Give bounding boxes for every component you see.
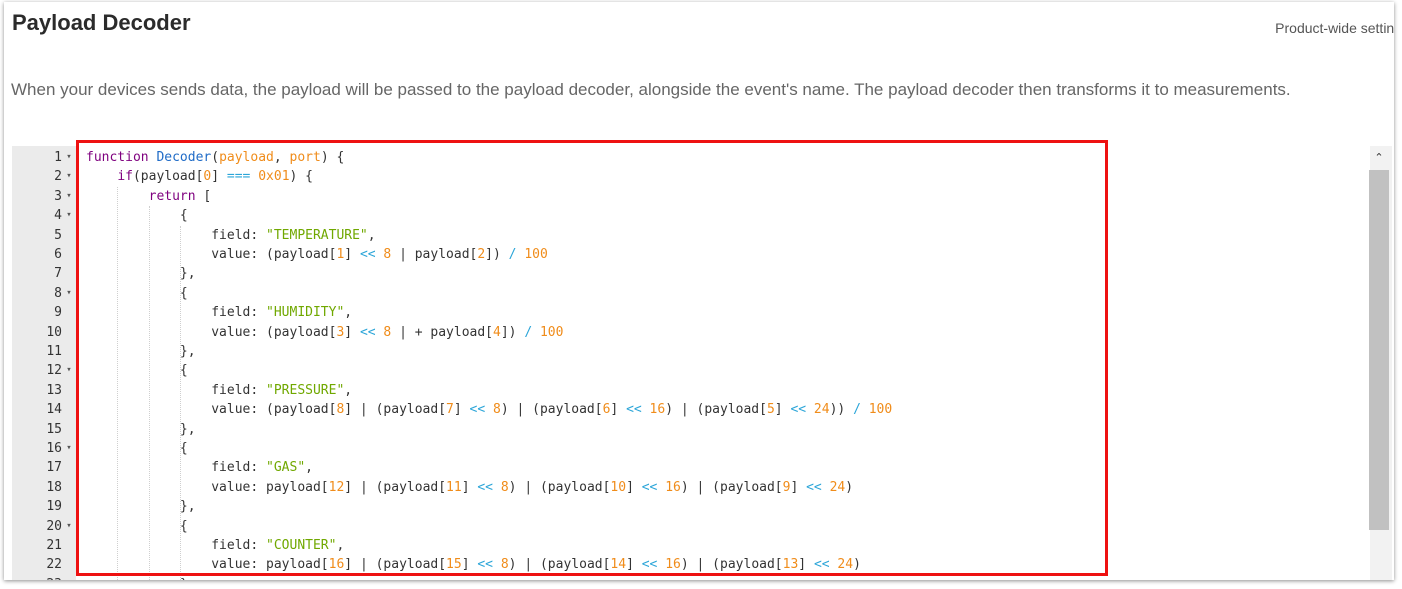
fold-arrow-icon[interactable]: ▾ — [64, 148, 74, 167]
line-number: 23 — [12, 575, 62, 580]
code-text: value: (payload[1] << 8 | payload[2]) / … — [86, 247, 548, 262]
line-number: 19 — [46, 499, 62, 515]
indent-guide — [117, 186, 119, 580]
code-line: 10 value: (payload[3] << 8 | + payload[4… — [12, 323, 1352, 342]
code-text: field: "COUNTER", — [86, 538, 345, 553]
code-line: 21 field: "COUNTER", — [12, 536, 1352, 555]
line-number: 22 — [46, 557, 62, 573]
line-number: 2 — [54, 169, 62, 185]
code-text: function Decoder(payload, port) { — [86, 150, 345, 165]
code-line: 1 ▾ function Decoder(payload, port) { — [12, 148, 1352, 167]
line-number: 9 — [54, 305, 62, 321]
code-line: 22 value: payload[16] | (payload[15] << … — [12, 555, 1352, 574]
fold-arrow-icon[interactable]: ▾ — [64, 206, 74, 225]
code-text: value: (payload[8] | (payload[7] << 8) |… — [86, 402, 893, 418]
fold-arrow-icon[interactable]: ▾ — [64, 187, 74, 206]
code-editor[interactable]: 1 ▾ function Decoder(payload, port) {2 ▾ if… — [12, 146, 1392, 580]
code-line: 7 }, — [12, 264, 1352, 283]
code-line: 6 value: (payload[1] << 8 | payload[2]) … — [12, 245, 1352, 264]
code-line: 12 ▾ { — [12, 361, 1352, 380]
code-text: { — [86, 285, 188, 301]
scope-label: Product-wide setting — [1275, 20, 1394, 36]
code-text: { — [86, 208, 188, 224]
line-number: 8 — [54, 285, 62, 301]
code-line: 2 ▾ if(payload[0] === 0x01) { — [12, 167, 1352, 186]
editor-scrollbar[interactable]: ⌃ — [1369, 146, 1392, 580]
code-line: 19 }, — [12, 497, 1352, 516]
code-text: { — [86, 441, 188, 456]
code-text: { — [86, 363, 188, 379]
fold-arrow-icon[interactable]: ▾ — [64, 284, 74, 303]
description-text: When your devices sends data, the payloa… — [11, 80, 1291, 99]
line-number: 4 — [54, 208, 62, 224]
line-number: 20 — [46, 518, 62, 534]
code-area[interactable]: 1 ▾ function Decoder(payload, port) {2 ▾ if… — [12, 146, 1378, 580]
scrollbar-thumb[interactable] — [1369, 170, 1389, 530]
line-number: 17 — [46, 460, 62, 476]
code-text: return [ — [148, 188, 212, 204]
code-line: 13 field: "PRESSURE", — [12, 381, 1352, 400]
line-number: 21 — [46, 538, 62, 553]
line-number: 5 — [54, 227, 62, 243]
fold-arrow-icon[interactable]: ▾ — [64, 517, 74, 536]
line-number: 7 — [54, 266, 62, 282]
code-text: if(payload[0] === 0x01) { — [117, 169, 314, 185]
line-number: 14 — [46, 402, 62, 418]
line-number: 11 — [46, 344, 62, 359]
scroll-up-icon[interactable]: ⌃ — [1369, 148, 1389, 168]
code-line: 17 field: "GAS", — [12, 458, 1352, 477]
code-text: value: (payload[3] << 8 | + payload[4]) … — [86, 324, 564, 340]
code-text: value: payload[16] | (payload[15] << 8) … — [86, 557, 861, 573]
fold-arrow-icon[interactable]: ▾ — [64, 361, 74, 380]
code-text: field: "GAS", — [86, 460, 313, 476]
line-number: 13 — [46, 382, 62, 398]
code-line: 3 ▾ return [ — [12, 187, 1352, 206]
page-title: Payload Decoder — [12, 10, 191, 35]
line-number: 15 — [46, 421, 62, 437]
code-line: 14 value: (payload[8] | (payload[7] << 8… — [12, 400, 1352, 419]
payload-decoder-panel: Payload Decoder Product-wide setting Whe… — [4, 2, 1394, 580]
code-line: 11 }, — [12, 342, 1352, 361]
code-line: 9 field: "HUMIDITY", — [12, 303, 1352, 322]
code-text: field: "PRESSURE", — [86, 382, 353, 398]
code-line: 18 value: payload[12] | (payload[11] << … — [12, 478, 1352, 497]
code-line: 23 }, — [12, 575, 1352, 580]
code-line: 16 ▾ { — [12, 439, 1352, 458]
line-number: 10 — [46, 324, 62, 340]
line-number: 16 — [46, 441, 62, 456]
code-text: { — [86, 518, 188, 534]
code-line: 8 ▾ { — [12, 284, 1352, 303]
line-number: 1 — [54, 150, 62, 165]
code-line: 20 ▾ { — [12, 517, 1352, 536]
indent-guide — [148, 206, 150, 580]
line-number: 6 — [54, 247, 62, 262]
line-number: 3 — [54, 188, 62, 204]
line-number: 18 — [46, 479, 62, 495]
code-line: 4 ▾ { — [12, 206, 1352, 225]
code-text: field: "HUMIDITY", — [86, 305, 353, 321]
code-text: field: "TEMPERATURE", — [86, 227, 376, 243]
line-number: 12 — [46, 363, 62, 379]
code-line: 5 field: "TEMPERATURE", — [12, 226, 1352, 245]
indent-guide — [179, 225, 181, 580]
fold-arrow-icon[interactable]: ▾ — [64, 439, 74, 458]
fold-arrow-icon[interactable]: ▾ — [64, 167, 74, 186]
code-line: 15 }, — [12, 420, 1352, 439]
code-text: value: payload[12] | (payload[11] << 8) … — [86, 479, 854, 495]
